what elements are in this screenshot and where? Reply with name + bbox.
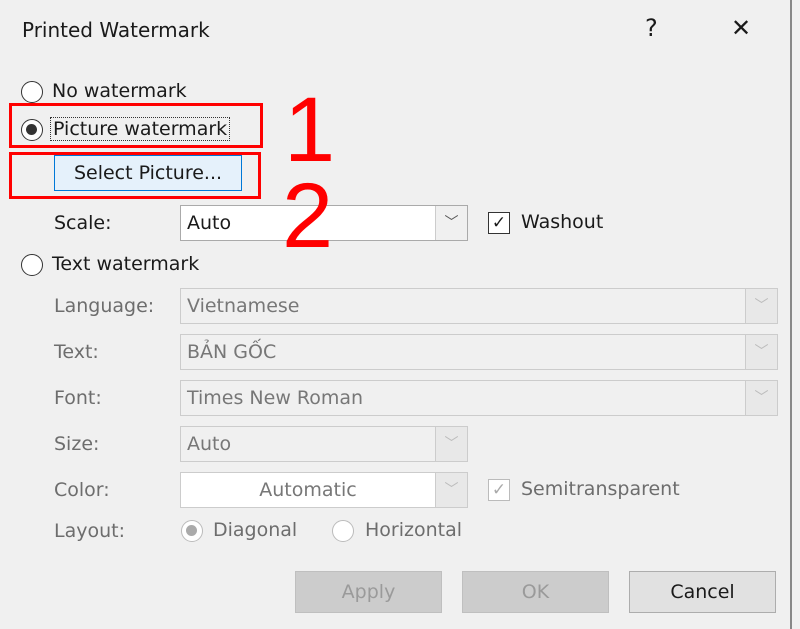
dialog-title: Printed Watermark xyxy=(22,18,210,42)
text-watermark-radio[interactable] xyxy=(21,254,43,276)
text-watermark-label: Text watermark xyxy=(52,253,200,275)
scale-label: Scale: xyxy=(54,212,112,234)
diagonal-radio[interactable] xyxy=(181,520,203,542)
no-watermark-radio[interactable] xyxy=(21,81,43,103)
text-select[interactable]: BẢN GỐC ﹀ xyxy=(180,334,778,370)
ok-button[interactable]: OK xyxy=(462,571,609,613)
language-value: Vietnamese xyxy=(187,295,300,317)
size-value: Auto xyxy=(187,433,232,455)
cancel-button[interactable]: Cancel xyxy=(629,571,776,613)
window-border xyxy=(790,0,792,629)
close-button[interactable]: ✕ xyxy=(731,14,751,42)
chevron-down-icon: ﹀ xyxy=(745,381,777,415)
semitransparent-checkbox[interactable]: ✓ xyxy=(488,479,510,501)
chevron-down-icon: ﹀ xyxy=(435,473,467,507)
size-select[interactable]: Auto ﹀ xyxy=(180,426,468,462)
size-label: Size: xyxy=(54,433,100,455)
annotation-number-1: 1 xyxy=(284,79,336,181)
washout-label: Washout xyxy=(521,211,604,233)
horizontal-radio[interactable] xyxy=(332,520,354,542)
washout-checkbox[interactable]: ✓ xyxy=(488,212,510,234)
color-label: Color: xyxy=(54,479,110,501)
color-select[interactable]: Automatic ﹀ xyxy=(180,472,468,508)
help-button[interactable]: ? xyxy=(645,14,658,42)
chevron-down-icon: ﹀ xyxy=(435,427,467,461)
font-value: Times New Roman xyxy=(187,387,364,409)
language-select[interactable]: Vietnamese ﹀ xyxy=(180,288,778,324)
text-value: BẢN GỐC xyxy=(187,341,277,363)
chevron-down-icon: ﹀ xyxy=(745,289,777,323)
scale-value: Auto xyxy=(187,212,232,234)
layout-label: Layout: xyxy=(54,520,125,542)
semitransparent-label: Semitransparent xyxy=(521,478,680,500)
chevron-down-icon: ﹀ xyxy=(745,335,777,369)
apply-button[interactable]: Apply xyxy=(295,571,442,613)
font-select[interactable]: Times New Roman ﹀ xyxy=(180,380,778,416)
horizontal-label: Horizontal xyxy=(365,519,463,541)
font-label: Font: xyxy=(54,387,102,409)
annotation-number-2: 2 xyxy=(282,165,334,267)
diagonal-label: Diagonal xyxy=(213,519,298,541)
language-label: Language: xyxy=(54,295,155,317)
color-value: Automatic xyxy=(259,479,357,501)
annotation-box-1 xyxy=(9,103,263,148)
text-label: Text: xyxy=(54,341,99,363)
annotation-box-2 xyxy=(9,152,261,199)
chevron-down-icon: ﹀ xyxy=(435,206,467,240)
no-watermark-label: No watermark xyxy=(52,80,187,102)
